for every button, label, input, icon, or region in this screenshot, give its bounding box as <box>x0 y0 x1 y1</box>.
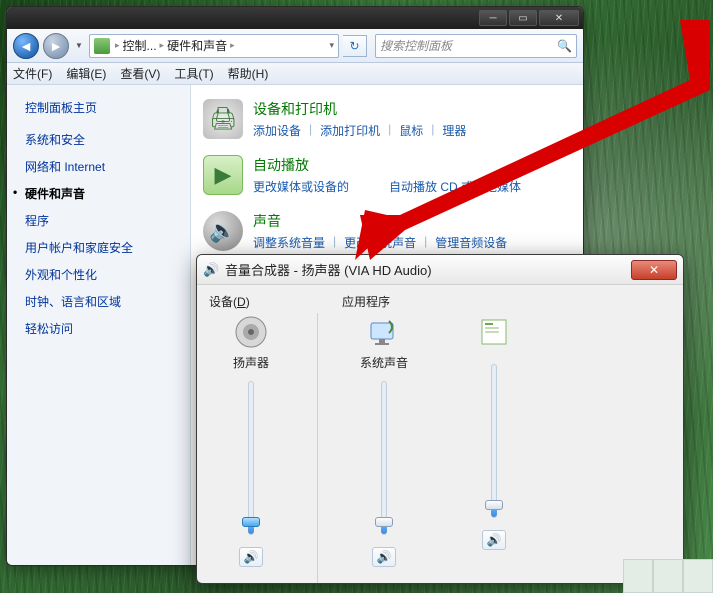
category-devices: 🖨 设备和打印机 添加设备| 添加打印机| 鼠标| 理器 <box>203 99 571 139</box>
link-autoplay-cd[interactable]: 自动播放 CD 或其他媒体 <box>389 178 521 195</box>
mixer-title: 音量合成器 - 扬声器 (VIA HD Audio) <box>225 260 631 279</box>
search-icon: 🔍 <box>557 39 572 53</box>
system-sounds-icon[interactable] <box>366 314 402 350</box>
speaker-icon: 🔈 <box>203 211 243 251</box>
forward-button[interactable]: ► <box>43 33 69 59</box>
volume-slider-speakers[interactable] <box>238 381 264 535</box>
control-panel-icon <box>94 38 110 54</box>
bottom-strip <box>623 559 713 593</box>
autoplay-icon: ▶ <box>203 155 243 195</box>
volume-mixer-window: 🔊 音量合成器 - 扬声器 (VIA HD Audio) ✕ 设备(D) 扬声器 <box>196 254 684 584</box>
category-autoplay: ▶ 自动播放 更改媒体或设备的 自动播放 CD 或其他媒体 <box>203 155 571 195</box>
sidebar-item-system[interactable]: 系统和安全 <box>7 126 190 153</box>
mute-button-speakers[interactable]: 🔊 <box>239 547 263 567</box>
link-autoplay-change[interactable]: 更改媒体或设备的 <box>253 178 349 195</box>
group-separator <box>317 313 318 583</box>
speaker-device-icon[interactable] <box>233 314 269 350</box>
sidebar-item-network[interactable]: 网络和 Internet <box>7 153 190 180</box>
search-placeholder: 搜索控制面板 <box>380 37 452 54</box>
volume-slider-system[interactable] <box>371 381 397 535</box>
devices-title[interactable]: 设备和打印机 <box>253 99 571 119</box>
mixer-close-button[interactable]: ✕ <box>631 260 677 280</box>
channel-app-3: 🔊 <box>452 314 536 567</box>
link-adjust-volume[interactable]: 调整系统音量 <box>253 234 325 251</box>
category-sound: 🔈 声音 调整系统音量| 更改系统声音| 管理音频设备 <box>203 211 571 251</box>
breadcrumb[interactable]: ▸ 控制... ▸ 硬件和声音 ▸ ▾ <box>89 34 339 58</box>
back-button[interactable]: ◄ <box>13 33 39 59</box>
autoplay-title[interactable]: 自动播放 <box>253 155 571 175</box>
sidebar-item-programs[interactable]: 程序 <box>7 207 190 234</box>
sidebar-item-users[interactable]: 用户帐户和家庭安全 <box>7 234 190 261</box>
history-dropdown[interactable]: ▼ <box>73 38 85 54</box>
channel-name: 系统声音 <box>360 354 408 371</box>
menu-tools[interactable]: 工具(T) <box>174 65 213 82</box>
channel-speakers: 扬声器 🔊 <box>209 314 293 567</box>
sidebar-item-ease[interactable]: 轻松访问 <box>7 315 190 342</box>
close-button[interactable]: ✕ <box>539 10 579 26</box>
menu-help[interactable]: 帮助(H) <box>228 65 269 82</box>
app-icon[interactable] <box>476 314 512 350</box>
sidebar-item-clock[interactable]: 时钟、语言和区域 <box>7 288 190 315</box>
sidebar-item-hardware[interactable]: 硬件和声音 <box>7 180 190 207</box>
link-add-device[interactable]: 添加设备 <box>253 122 301 139</box>
link-mouse[interactable]: 鼠标 <box>399 122 423 139</box>
menu-view[interactable]: 查看(V) <box>120 65 160 82</box>
mute-button-system[interactable]: 🔊 <box>372 547 396 567</box>
link-change-sounds[interactable]: 更改系统声音 <box>344 234 416 251</box>
volume-slider-app3[interactable] <box>481 364 507 518</box>
mixer-titlebar: 🔊 音量合成器 - 扬声器 (VIA HD Audio) ✕ <box>197 255 683 285</box>
minimize-button[interactable]: ─ <box>479 10 507 26</box>
link-add-printer[interactable]: 添加打印机 <box>320 122 380 139</box>
channel-system-sounds: 系统声音 🔊 <box>342 314 426 567</box>
nav-toolbar: ◄ ► ▼ ▸ 控制... ▸ 硬件和声音 ▸ ▾ ↻ 搜索控制面板 🔍 <box>7 29 583 63</box>
channel-name: 扬声器 <box>233 354 269 371</box>
sidebar-item-appearance[interactable]: 外观和个性化 <box>7 261 190 288</box>
app-label: 应用程序 <box>342 293 536 310</box>
maximize-button[interactable]: ▭ <box>509 10 537 26</box>
sound-title[interactable]: 声音 <box>253 211 571 231</box>
sidebar: 控制面板主页 系统和安全 网络和 Internet 硬件和声音 程序 用户帐户和… <box>7 85 191 565</box>
menubar: 文件(F) 编辑(E) 查看(V) 工具(T) 帮助(H) <box>7 63 583 85</box>
printer-icon: 🖨 <box>203 99 243 139</box>
link-manage-audio[interactable]: 管理音频设备 <box>435 234 507 251</box>
breadcrumb-root[interactable]: 控制... <box>123 37 157 54</box>
search-input[interactable]: 搜索控制面板 🔍 <box>375 34 577 58</box>
menu-edit[interactable]: 编辑(E) <box>66 65 106 82</box>
volume-icon: 🔊 <box>203 262 219 278</box>
breadcrumb-leaf[interactable]: 硬件和声音 <box>167 37 227 54</box>
menu-file[interactable]: 文件(F) <box>13 65 52 82</box>
link-manager[interactable]: 理器 <box>442 122 466 139</box>
mute-button-app3[interactable]: 🔊 <box>482 530 506 550</box>
device-label: 设备(D) <box>209 293 293 310</box>
titlebar: ─ ▭ ✕ <box>7 7 583 29</box>
applications-group: 应用程序 系统声音 🔊 <box>342 293 536 583</box>
device-group: 设备(D) 扬声器 🔊 <box>209 293 293 583</box>
refresh-button[interactable]: ↻ <box>343 35 367 57</box>
sidebar-home[interactable]: 控制面板主页 <box>7 97 190 126</box>
